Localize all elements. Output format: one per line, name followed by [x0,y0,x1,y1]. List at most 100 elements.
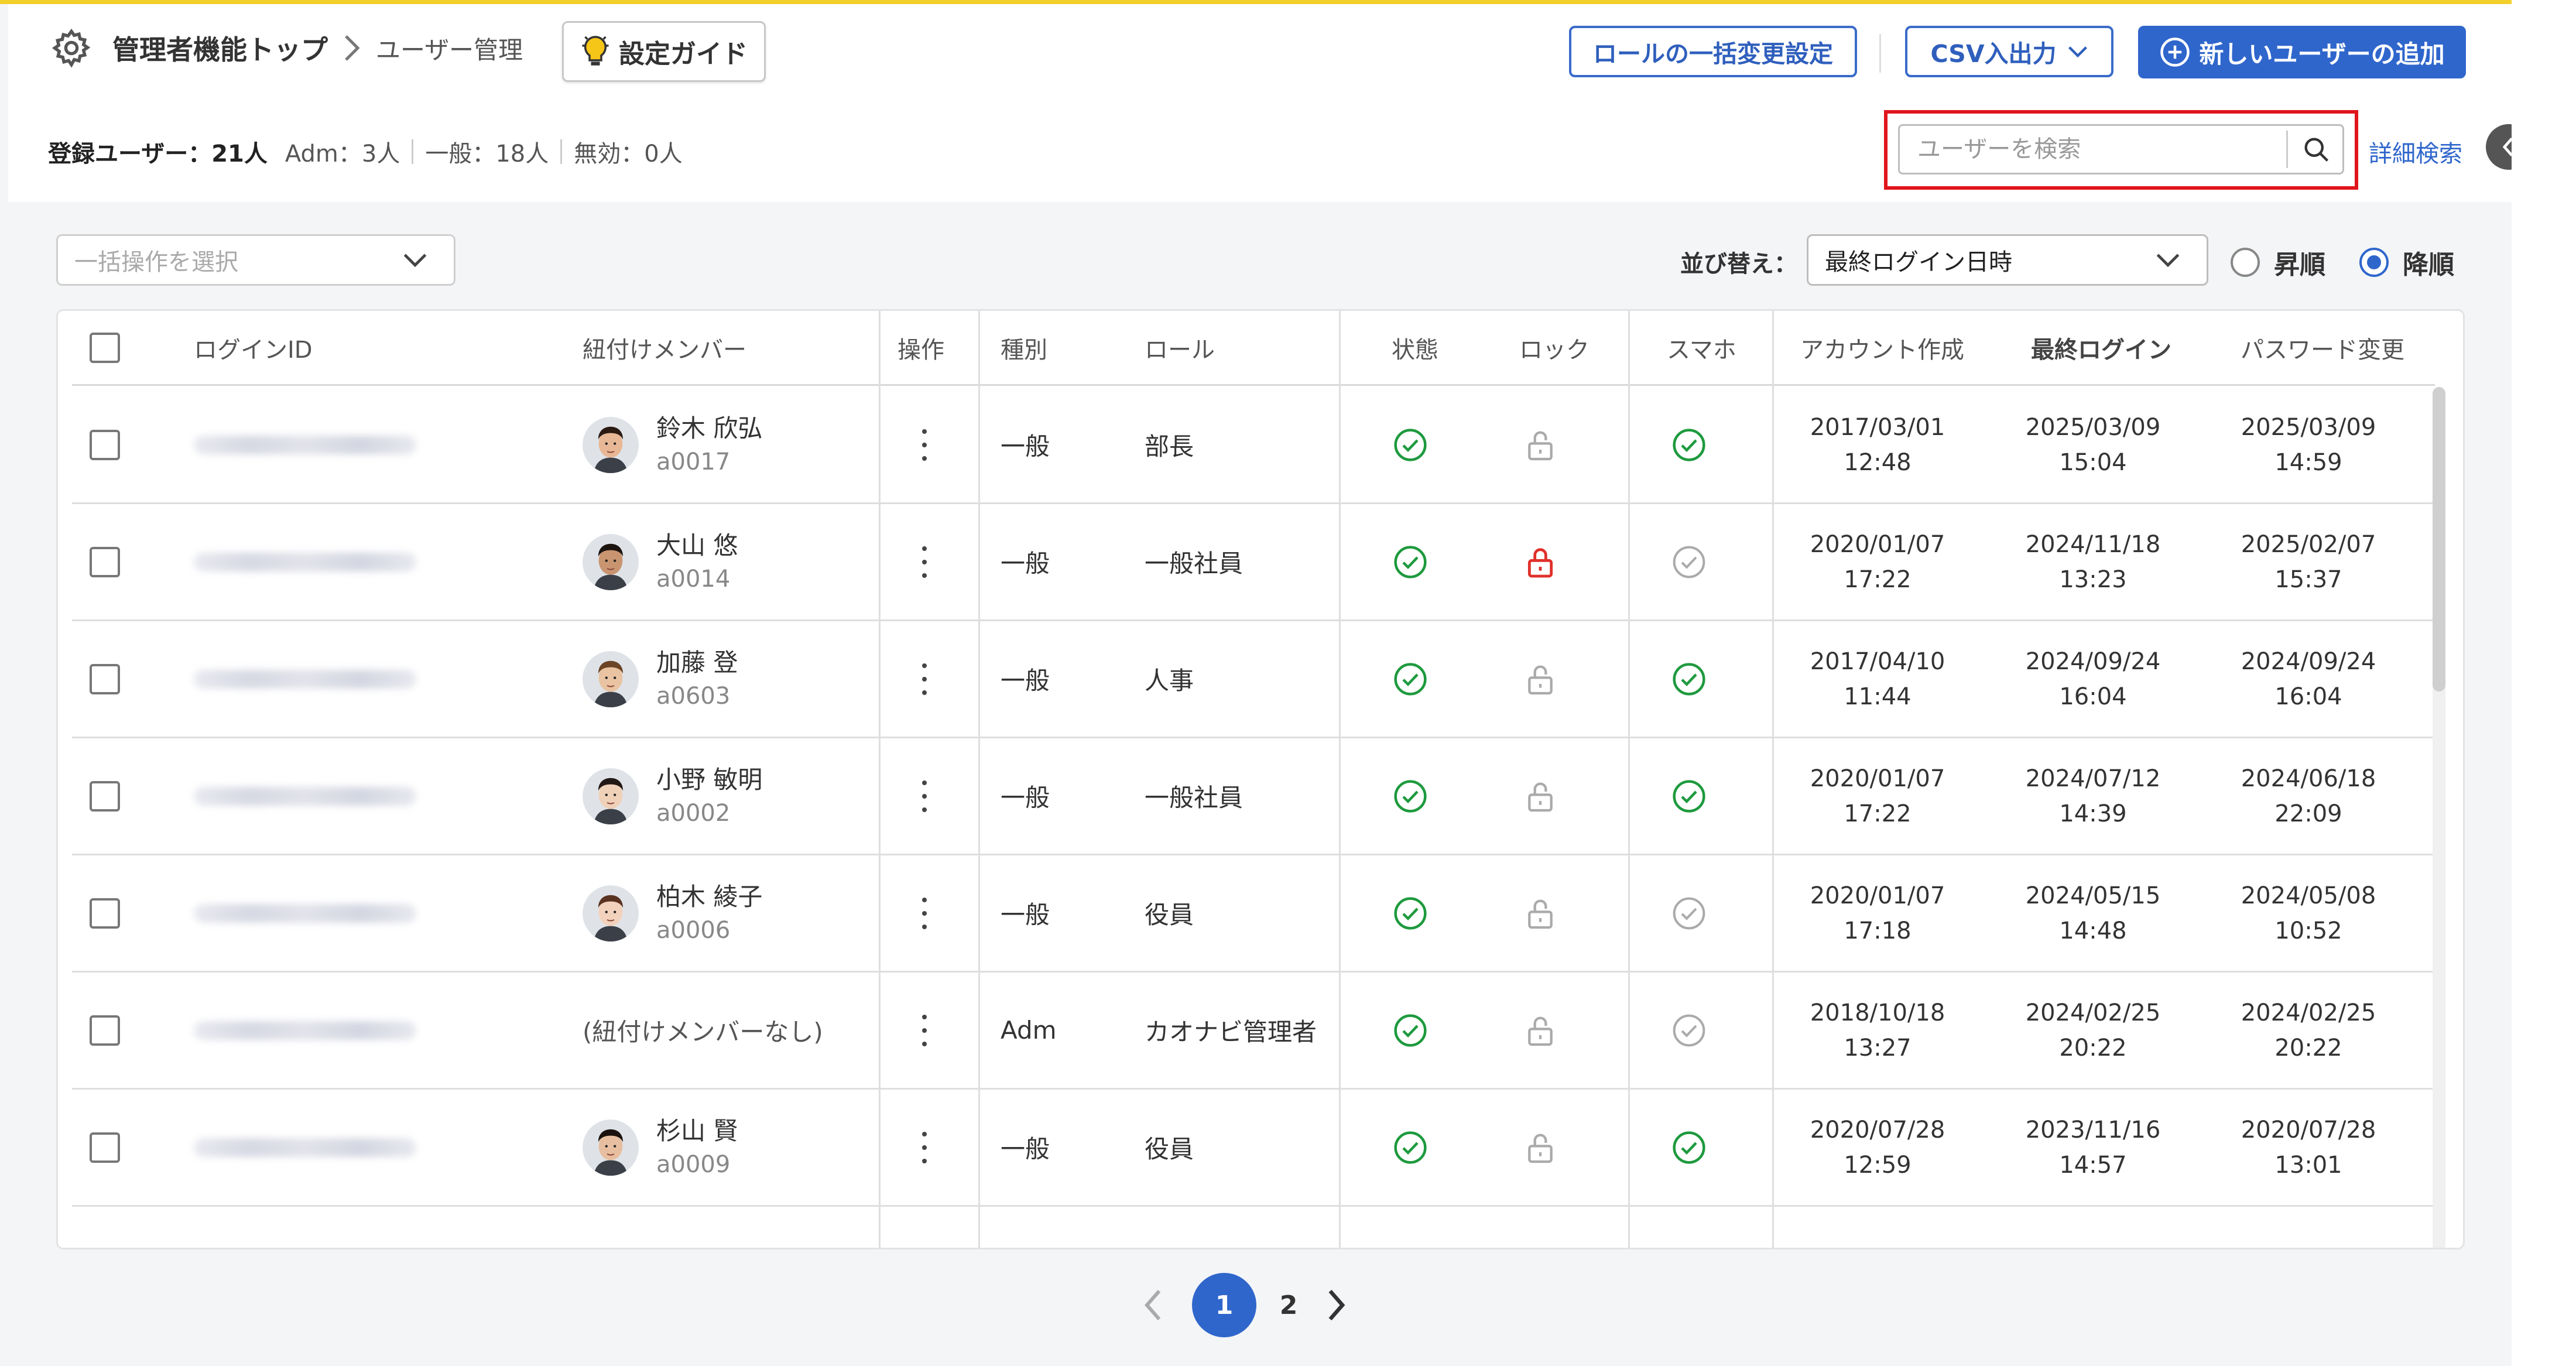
header-select-all[interactable] [90,311,120,384]
lock-closed-icon[interactable] [1522,504,1559,619]
more-vertical-icon[interactable] [920,663,929,695]
row-action-menu[interactable] [920,621,929,737]
row-checkbox[interactable] [90,898,120,929]
table-row[interactable]: 小野 敏明 a0002 一般 一般社員 2020/01/07 17:22 2024/07/1… [72,738,2435,855]
row-select[interactable] [90,855,120,971]
row-checkbox[interactable] [90,429,120,460]
role-bulk-change-button[interactable]: ロールの一括変更設定 [1569,26,1857,77]
col-status[interactable]: 状態 [1392,311,1438,384]
status-check-icon [1392,387,1429,502]
row-select[interactable] [90,973,120,1088]
user-search-input[interactable] [1900,136,2286,163]
lock-open-icon[interactable] [1522,973,1559,1088]
col-mobile[interactable]: スマホ [1667,311,1736,384]
password-changed-date: 2024/05/08 [2241,882,2376,909]
lock-open-icon[interactable] [1522,621,1559,737]
add-user-label: 新しいユーザーの追加 [2199,39,2445,69]
advanced-search-link[interactable]: 詳細検索 [2369,135,2462,169]
setup-guide-button[interactable]: 設定ガイド [562,21,766,82]
more-vertical-icon[interactable] [920,429,929,461]
member-name[interactable]: 柏木 綾子 [656,880,762,914]
table-row[interactable]: 鈴木 欣弘 a0017 一般 部長 2017/03/01 12:48 2025/03/09 1… [72,387,2435,504]
next-page-icon[interactable] [1321,1288,1350,1323]
more-vertical-icon[interactable] [920,1131,929,1163]
row-select[interactable] [90,738,120,854]
row-action-menu[interactable] [920,973,929,1088]
row-action-menu[interactable] [920,738,929,854]
lock-open-icon[interactable] [1522,1090,1559,1205]
add-user-button[interactable]: 新しいユーザーの追加 [2138,26,2466,78]
member-cell[interactable]: 小野 敏明 a0002 [583,738,762,854]
row-action-menu[interactable] [920,504,929,619]
type-cell: 一般 [1001,783,1050,812]
table-row[interactable]: (紐付けメンバーなし) Adm カオナビ管理者 2018/10/18 13:27 2024… [72,973,2435,1090]
breadcrumb-home-link[interactable]: 管理者機能トップ [112,29,328,67]
sort-asc-radio[interactable]: 昇順 [2231,244,2325,281]
last-login-date: 2024/05/15 [2025,882,2161,909]
col-password-changed[interactable]: パスワード変更 [2241,311,2404,384]
page-2-button[interactable]: 2 [1256,1273,1321,1337]
row-select[interactable] [90,1090,120,1205]
row-select[interactable] [90,387,120,502]
more-vertical-icon[interactable] [920,897,929,929]
more-vertical-icon[interactable] [920,1014,929,1046]
page-1-button[interactable]: 1 [1192,1273,1256,1337]
radio-circle[interactable] [2231,248,2260,277]
table-row[interactable]: 大山 悠 a0014 一般 一般社員 2020/01/07 17:22 2024/11/18… [72,504,2435,621]
lock-open-icon[interactable] [1522,387,1559,502]
more-vertical-icon[interactable] [920,780,929,812]
member-cell[interactable]: 杉山 賢 a0009 [583,1090,738,1205]
prev-page-icon[interactable] [1139,1288,1169,1323]
more-vertical-icon[interactable] [920,546,929,578]
row-action-menu[interactable] [920,855,929,971]
col-role[interactable]: ロール [1145,311,1215,384]
col-lock[interactable]: ロック [1519,311,1590,384]
col-created[interactable]: アカウント作成 [1800,311,1964,384]
table-row[interactable]: 杉山 賢 a0009 一般 役員 2020/07/28 12:59 2023/11/16 14… [72,1090,2435,1207]
no-member-label: (紐付けメンバーなし) [583,1018,823,1046]
table-scrollbar[interactable] [2433,387,2445,1248]
lock-open-icon[interactable] [1522,738,1559,854]
row-action-menu[interactable] [920,387,929,502]
col-login-id[interactable]: ログインID [194,311,313,384]
sort-select[interactable]: 最終ログイン日時 [1807,234,2208,286]
page-scrollbar-track[interactable] [2512,0,2576,1366]
member-cell[interactable]: 鈴木 欣弘 a0017 [583,387,762,502]
member-name[interactable]: 小野 敏明 [656,763,762,797]
row-checkbox[interactable] [90,1015,120,1046]
member-cell[interactable]: 大山 悠 a0014 [583,504,738,619]
col-type[interactable]: 種別 [1001,311,1047,384]
type-cell: 一般 [1001,666,1050,695]
member-cell[interactable]: 柏木 綾子 a0006 [583,855,762,971]
member-cell[interactable]: 加藤 登 a0603 [583,621,738,737]
member-name[interactable]: 鈴木 欣弘 [656,412,762,446]
table-row[interactable]: 柏木 綾子 a0006 一般 役員 2020/01/07 17:18 2024/05/15 1… [72,855,2435,973]
row-action-menu[interactable] [920,1090,929,1205]
col-member[interactable]: 紐付けメンバー [583,311,746,384]
row-checkbox[interactable] [90,546,120,577]
bulk-action-select[interactable]: 一括操作を選択 [56,234,455,286]
lock-open-icon[interactable] [1522,855,1559,971]
row-select[interactable] [90,621,120,737]
mobile-check-icon [1670,855,1708,971]
member-name[interactable]: 大山 悠 [656,529,738,563]
select-all-checkbox[interactable] [90,332,120,363]
gear-icon[interactable] [50,27,93,69]
csv-io-button[interactable]: CSV入出力 [1905,26,2113,77]
row-checkbox[interactable] [90,1132,120,1163]
row-checkbox[interactable] [90,663,120,694]
sort-desc-radio[interactable]: 降順 [2359,244,2454,281]
table-scrollbar-thumb[interactable] [2433,387,2445,691]
search-icon[interactable] [2301,134,2331,165]
table-row-partial [72,1207,2435,1248]
radio-circle[interactable] [2359,248,2389,277]
user-search-box[interactable] [1898,124,2344,174]
table-row[interactable]: 加藤 登 a0603 一般 人事 2017/04/10 11:44 2024/09/24 16… [72,621,2435,738]
mobile-check-icon [1670,1090,1708,1205]
col-last-login[interactable]: 最終ログイン [2031,311,2171,384]
row-select[interactable] [90,504,120,619]
member-name[interactable]: 杉山 賢 [656,1114,738,1148]
page-scrollbar[interactable] [2512,0,2576,1366]
row-checkbox[interactable] [90,780,120,812]
member-name[interactable]: 加藤 登 [656,646,738,680]
